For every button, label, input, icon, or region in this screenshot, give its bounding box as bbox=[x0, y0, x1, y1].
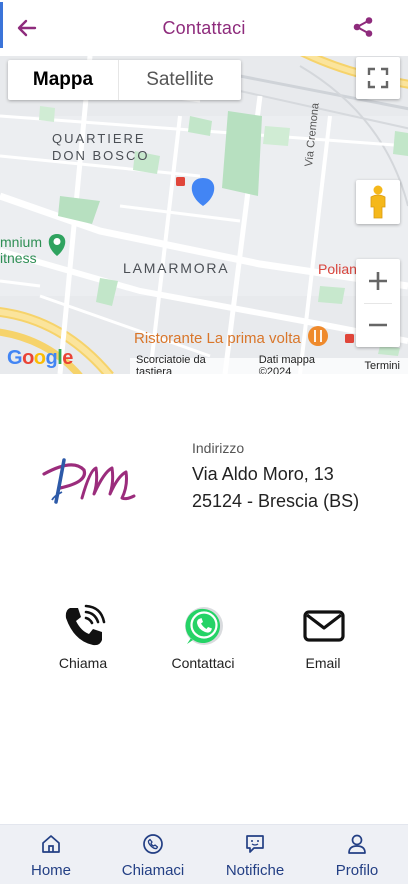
whatsapp-action-label: Contattaci bbox=[171, 655, 235, 671]
terms-link[interactable]: Termini bbox=[365, 360, 400, 372]
back-arrow-icon[interactable] bbox=[14, 15, 40, 41]
whatsapp-action-button[interactable]: Contattaci bbox=[148, 604, 258, 676]
street-view-button[interactable] bbox=[356, 180, 400, 224]
call-action-button[interactable]: Chiama bbox=[28, 604, 138, 676]
map-label-poliambulatorio: Polian bbox=[318, 261, 357, 277]
nav-label-home: Home bbox=[30, 862, 71, 879]
map-canvas[interactable] bbox=[0, 56, 408, 374]
map-label-gym-line2: itness bbox=[0, 250, 37, 266]
phone-icon bbox=[143, 834, 163, 854]
notification-icon bbox=[246, 835, 264, 853]
google-logo: Google bbox=[7, 347, 73, 369]
zoom-in-button[interactable] bbox=[356, 259, 400, 303]
email-action-button[interactable]: Email bbox=[268, 604, 378, 676]
address-line-1: Via Aldo Moro, 13 bbox=[192, 464, 334, 484]
map-type-satellite-button[interactable]: Satellite bbox=[118, 60, 241, 100]
map-label-gym: mnium itness bbox=[0, 234, 42, 266]
address-label: Indirizzo bbox=[192, 440, 245, 456]
nav-label-call: Chiamaci bbox=[121, 862, 185, 879]
zoom-control bbox=[356, 259, 400, 347]
map-type-control: Mappa Satellite bbox=[8, 60, 241, 100]
whatsapp-icon bbox=[185, 607, 223, 645]
app: Contattaci QUARTIERE DON BOSCO LAMARMORA… bbox=[0, 0, 408, 884]
map-attribution: Scorciatoie da tastiera Dati mappa ©2024… bbox=[130, 354, 408, 374]
call-action-label: Chiama bbox=[58, 655, 108, 671]
map-label-gym-line1: mnium bbox=[0, 234, 43, 250]
nav-label-profile: Profilo bbox=[335, 862, 379, 879]
map-label-district1-line2: DON BOSCO bbox=[52, 148, 150, 163]
phone-icon bbox=[65, 604, 106, 646]
nav-item-call[interactable]: Chiamaci bbox=[102, 825, 204, 884]
nav-item-notifications[interactable]: Notifiche bbox=[204, 825, 306, 884]
map-type-map-button[interactable]: Mappa bbox=[8, 60, 118, 100]
address-line-2: 25124 - Brescia (BS) bbox=[192, 491, 360, 511]
map-label-district1-line1: QUARTIERE bbox=[52, 131, 146, 146]
pegman-icon bbox=[370, 185, 386, 219]
zoom-divider bbox=[364, 303, 392, 304]
map-view[interactable]: QUARTIERE DON BOSCO LAMARMORA Via Cremon… bbox=[0, 56, 408, 374]
nav-item-profile[interactable]: Profilo bbox=[306, 825, 408, 884]
page-title: Contattaci bbox=[162, 17, 246, 38]
fullscreen-button[interactable] bbox=[356, 57, 400, 99]
share-icon[interactable] bbox=[352, 16, 374, 38]
fullscreen-icon bbox=[367, 67, 389, 89]
map-label-district1: QUARTIERE DON BOSCO bbox=[52, 130, 149, 164]
minus-icon bbox=[369, 323, 387, 327]
brand-logo bbox=[42, 458, 136, 504]
map-data-text: Dati mappa ©2024 bbox=[258, 354, 315, 374]
email-action-label: Email bbox=[305, 655, 341, 671]
top-bar: Contattaci bbox=[0, 0, 408, 56]
keyboard-shortcuts-link[interactable]: Scorciatoie da tastiera bbox=[136, 354, 245, 374]
nav-label-notifications: Notifiche bbox=[225, 862, 285, 879]
home-icon bbox=[42, 835, 60, 853]
user-icon bbox=[348, 834, 366, 854]
email-icon bbox=[303, 610, 345, 642]
zoom-out-button[interactable] bbox=[356, 303, 400, 347]
accent-bar bbox=[0, 2, 3, 48]
nav-item-home[interactable]: Home bbox=[0, 825, 102, 884]
bottom-navigation: Home Chiamaci Notifiche Profilo bbox=[0, 824, 408, 884]
map-label-restaurant: Ristorante La prima volta bbox=[134, 330, 301, 347]
plus-icon bbox=[369, 272, 387, 290]
map-label-district2: LAMARMORA bbox=[123, 260, 230, 276]
